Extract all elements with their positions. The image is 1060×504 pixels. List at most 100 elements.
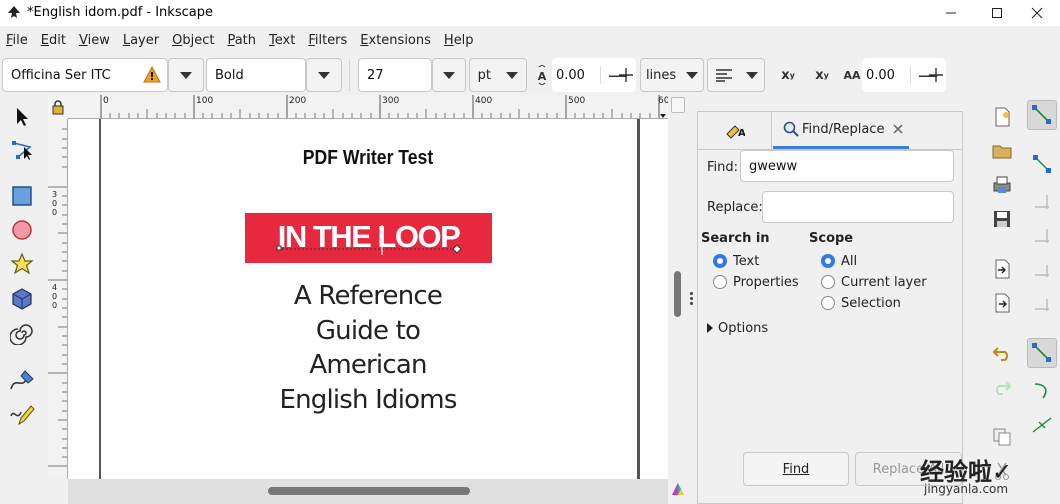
snap-midpoint-toggle[interactable] [1027,289,1057,319]
color-wheel-icon[interactable] [670,481,686,497]
find-input[interactable]: gweww [740,150,954,182]
plus-icon[interactable] [618,67,634,83]
new-document-button[interactable] [990,105,1014,129]
pencil-tool[interactable] [8,400,36,428]
find-button-label: Find [782,461,810,477]
redo-icon [996,381,1012,395]
undo-icon [992,347,1008,361]
snap-bbox-toggle[interactable] [1027,149,1057,179]
font-style-field[interactable]: Bold [206,58,306,92]
font-family-dropdown[interactable] [168,58,204,92]
snap-bbox-edge-toggle[interactable] [1027,187,1057,217]
alignment-select[interactable] [707,58,765,92]
export-button[interactable] [990,291,1014,315]
selector-tool[interactable] [8,103,36,131]
snap-intersection-toggle[interactable] [1027,410,1057,440]
font-style-dropdown[interactable] [306,58,342,92]
radio-scope-all-label[interactable]: All [841,254,857,269]
snap-enable-toggle[interactable] [1027,100,1057,130]
line-spacing-mode-value: lines [645,67,677,83]
font-size-dropdown[interactable] [432,58,466,92]
menu-file[interactable]: File [6,33,28,48]
plus-icon[interactable] [928,67,944,83]
menu-layer[interactable]: Layer [123,33,159,48]
guide-lock-button[interactable] [48,95,68,119]
menu-help[interactable]: Help [444,33,474,48]
radio-search-text-label[interactable]: Text [733,254,759,269]
menu-text[interactable]: Text [269,33,295,48]
rectangle-icon [12,186,32,206]
save-button[interactable] [990,207,1014,231]
snap-nodes-toggle[interactable] [1027,338,1057,368]
snap-bbox-icon [1033,155,1051,173]
menu-object[interactable]: Object [172,33,214,48]
print-button[interactable] [990,173,1014,197]
ruler-digit: 3 [52,190,58,199]
warning-icon: ! [143,66,161,83]
radio-scope-current-layer[interactable] [821,275,835,289]
scroll-thumb[interactable] [674,271,681,317]
commands-bar [983,95,1021,504]
radio-search-properties[interactable] [713,275,727,289]
radio-scope-all[interactable] [821,254,835,268]
canvas-area: 0 100 200 300 400 500 60 3 0 0 4 0 0 [48,95,688,504]
loop-banner[interactable]: IN THE LOOP [245,213,492,263]
import-button[interactable] [990,257,1014,281]
font-size-field[interactable]: 27 [358,58,432,92]
dock-grip-handle[interactable] [690,292,694,306]
tab-text-font[interactable]: A [698,112,772,149]
menu-filters[interactable]: Filters [308,33,347,48]
text-selection-overlay [276,225,462,255]
superscript-icon[interactable]: xy [776,63,800,87]
horizontal-scrollbar[interactable] [68,479,668,504]
close-button[interactable] [1014,0,1060,26]
minimize-button[interactable] [928,0,974,26]
circle-icon [12,220,32,240]
ruler-label-400: 4 0 0 [52,283,57,310]
radio-scope-selection-label[interactable]: Selection [841,296,901,311]
snap-path-toggle[interactable] [1027,376,1057,406]
close-tab-icon[interactable] [893,124,903,134]
document-subtitle[interactable]: A Reference Guide to American English Id… [68,279,668,417]
tab-find-replace[interactable]: Find/Replace [773,112,909,149]
snap-more-toggle[interactable] [1027,255,1057,285]
maximize-icon [992,8,1002,18]
scroll-thumb[interactable] [268,487,470,495]
replace-input[interactable] [762,191,954,223]
options-expander[interactable]: Options [718,321,768,336]
rectangle-tool[interactable] [8,182,36,210]
radio-search-text[interactable] [713,254,727,268]
redo-button[interactable] [990,375,1014,399]
chevron-down-icon [506,71,519,79]
open-button[interactable] [990,139,1014,163]
radio-scope-selection[interactable] [821,296,835,310]
node-editor-icon [12,141,32,160]
undo-button[interactable] [990,341,1014,365]
document-title[interactable]: PDF Writer Test [104,147,632,170]
subscript-icon[interactable]: xy [810,63,834,87]
node-tool[interactable] [8,135,36,163]
pen-tool[interactable] [8,367,36,395]
radio-scope-current-layer-label[interactable]: Current layer [841,275,927,290]
vertical-scrollbar[interactable] [668,97,688,504]
copy-button[interactable] [990,425,1014,449]
3d-box-tool[interactable] [8,285,36,313]
radio-search-properties-label[interactable]: Properties [733,275,799,290]
spin-divider [600,66,601,84]
spiral-tool[interactable] [8,319,36,347]
line-spacing-mode-select[interactable]: lines [640,58,704,92]
menu-extensions[interactable]: Extensions [360,33,431,48]
star-tool[interactable] [8,250,36,278]
find-button[interactable]: Find [743,452,849,486]
cube-icon [12,288,32,310]
zoom-corner-button[interactable] [671,97,685,113]
menu-path[interactable]: Path [227,33,256,48]
menu-edit[interactable]: Edit [41,33,66,48]
snap-bbox-corner-toggle[interactable] [1027,221,1057,251]
menu-view[interactable]: View [79,33,110,48]
expander-arrow-icon[interactable] [706,323,714,333]
unit-select[interactable]: pt [469,58,527,92]
import-icon [995,259,1010,279]
drawing-canvas[interactable]: PDF Writer Test IN THE LOOP A Reference … [68,119,668,479]
circle-tool[interactable] [8,216,36,244]
